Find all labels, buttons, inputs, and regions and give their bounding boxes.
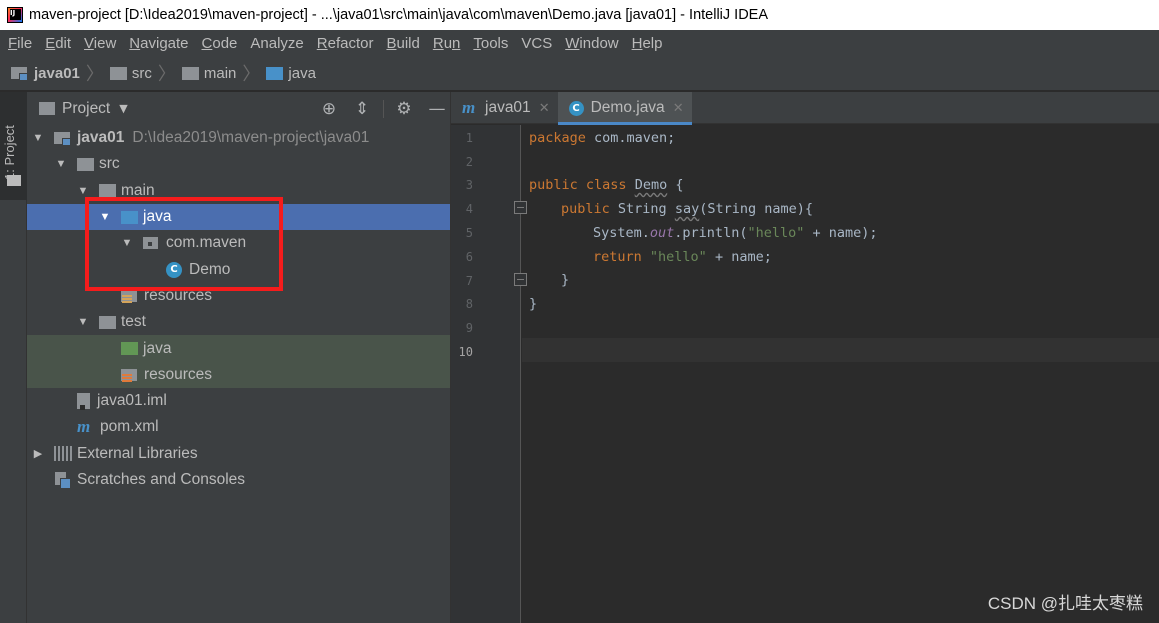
breadcrumb-item-java01[interactable]: java01 〉 [11, 60, 110, 86]
highlight-annotation-box [85, 197, 283, 291]
project-folder-icon [39, 102, 55, 115]
project-panel-header: Project ▼ ⊕ ⇕ ⚙ — [27, 92, 450, 125]
code-line: package com.maven; [529, 130, 676, 146]
editor-tabs: m java01 ✕ C Demo.java ✕ [451, 92, 1159, 125]
line-number: 1 [465, 131, 473, 145]
collapse-all-icon[interactable]: ⇕ [349, 99, 375, 119]
close-icon[interactable]: ✕ [539, 100, 550, 116]
menu-item[interactable]: Analyze [245, 35, 308, 52]
tree-item-external-libraries[interactable]: ▶ External Libraries [27, 441, 450, 467]
folder-icon [77, 157, 94, 171]
expand-arrow-icon[interactable]: ▼ [77, 185, 89, 197]
scratches-icon [54, 472, 71, 489]
intellij-logo-icon [7, 7, 23, 23]
code-line: System.out.println("hello" + name); [593, 225, 878, 241]
project-tool-window-button[interactable]: 1: Project [0, 92, 27, 200]
project-panel: Project ▼ ⊕ ⇕ ⚙ — ▼ java01 D:\Idea2019\m… [27, 92, 450, 623]
current-line-highlight [522, 338, 1159, 362]
chevron-down-icon[interactable]: ▼ [119, 102, 127, 115]
expand-arrow-icon[interactable]: ▼ [32, 132, 44, 144]
breadcrumb-item-java[interactable]: java [266, 65, 316, 82]
tree-item-iml[interactable]: java01.iml [27, 388, 450, 414]
tree-item-scratches[interactable]: Scratches and Consoles [27, 467, 450, 493]
gear-icon[interactable]: ⚙ [391, 99, 417, 119]
line-number: 10 [458, 345, 473, 359]
expand-arrow-icon[interactable]: ▼ [77, 316, 89, 328]
menu-item[interactable]: Refactor [312, 35, 379, 52]
line-number: 2 [465, 155, 473, 169]
folder-icon [99, 315, 116, 329]
tree-item-test[interactable]: ▼ test [27, 309, 450, 335]
line-number-gutter: 1 2 3 4 5 6 7 8 9 10 [451, 125, 521, 623]
line-number: 7 [465, 274, 473, 288]
code-line: return "hello" + name; [593, 249, 772, 265]
iml-file-icon [77, 393, 90, 411]
test-resources-folder-icon [121, 367, 139, 383]
line-number: 6 [465, 250, 473, 264]
window-title: maven-project [D:\Idea2019\maven-project… [29, 7, 769, 23]
line-number: 4 [465, 202, 473, 216]
tab-demo-java[interactable]: C Demo.java ✕ [557, 92, 692, 125]
folder-icon [99, 184, 116, 198]
folder-icon [109, 66, 127, 80]
menu-item[interactable]: Help [627, 35, 668, 52]
title-bar: maven-project [D:\Idea2019\maven-project… [0, 0, 1159, 30]
folder-icon [181, 66, 199, 80]
project-folder-icon [7, 175, 21, 186]
menu-item[interactable]: Run [428, 35, 466, 52]
code-line: } [561, 272, 570, 288]
menu-item[interactable]: Build [381, 35, 424, 52]
module-folder-icon [11, 65, 29, 81]
menu-item[interactable]: Code [197, 35, 243, 52]
menu-item[interactable]: File [3, 35, 37, 52]
watermark-text: CSDN @扎哇太枣糕 [987, 594, 1143, 613]
line-number: 5 [465, 226, 473, 240]
tab-java01[interactable]: m java01 ✕ [451, 92, 558, 124]
library-icon [54, 446, 72, 462]
line-number: 9 [465, 321, 473, 335]
project-view-selector[interactable]: Project [62, 100, 110, 118]
locate-target-icon[interactable]: ⊕ [316, 99, 342, 119]
maven-icon: m [462, 98, 476, 117]
close-icon[interactable]: ✕ [673, 100, 684, 116]
test-source-folder-icon [121, 342, 138, 356]
minimize-icon[interactable]: — [424, 99, 450, 119]
source-folder-icon [266, 66, 284, 80]
code-line: public String say(String name){ [561, 201, 813, 217]
left-tool-stripe: 1: Project [0, 92, 27, 623]
maven-icon: m [77, 417, 91, 437]
fold-marker-icon[interactable] [514, 273, 527, 286]
module-path: D:\Idea2019\maven-project\java01 [132, 129, 370, 147]
menu-item[interactable]: Navigate [124, 35, 193, 52]
code-editor[interactable]: 1 2 3 4 5 6 7 8 9 10 package com.maven; … [451, 125, 1159, 623]
expand-arrow-icon[interactable]: ▼ [55, 158, 67, 170]
module-folder-icon [54, 130, 72, 147]
expand-arrow-icon[interactable]: ▶ [32, 447, 44, 460]
code-line: public class Demo { [529, 177, 684, 193]
project-tree: ▼ java01 D:\Idea2019\maven-project\java0… [27, 125, 450, 493]
line-number: 8 [465, 297, 473, 311]
line-number: 3 [465, 178, 473, 192]
tree-item-src[interactable]: ▼ src [27, 151, 450, 177]
menu-item[interactable]: Edit [40, 35, 76, 52]
menu-bar: File Edit View Navigate Code Analyze Refactor B… [0, 30, 1159, 56]
code-line: } [529, 296, 538, 312]
breadcrumb-item-src[interactable]: src 〉 [109, 60, 182, 86]
breadcrumb: java01 〉 src 〉 main 〉 java [0, 56, 1159, 91]
fold-marker-icon[interactable] [514, 201, 527, 214]
tree-item-java01[interactable]: ▼ java01 D:\Idea2019\maven-project\java0… [27, 125, 450, 151]
java-class-icon: C [568, 100, 584, 116]
breadcrumb-item-main[interactable]: main 〉 [181, 60, 267, 86]
menu-item[interactable]: VCS [516, 35, 557, 52]
menu-item[interactable]: Tools [468, 35, 513, 52]
menu-item[interactable]: View [79, 35, 121, 52]
menu-item[interactable]: Window [560, 35, 623, 52]
tree-item-test-resources[interactable]: resources [27, 361, 450, 388]
tree-item-test-java[interactable]: java [27, 335, 450, 362]
tree-item-pom[interactable]: m pom.xml [27, 414, 450, 440]
